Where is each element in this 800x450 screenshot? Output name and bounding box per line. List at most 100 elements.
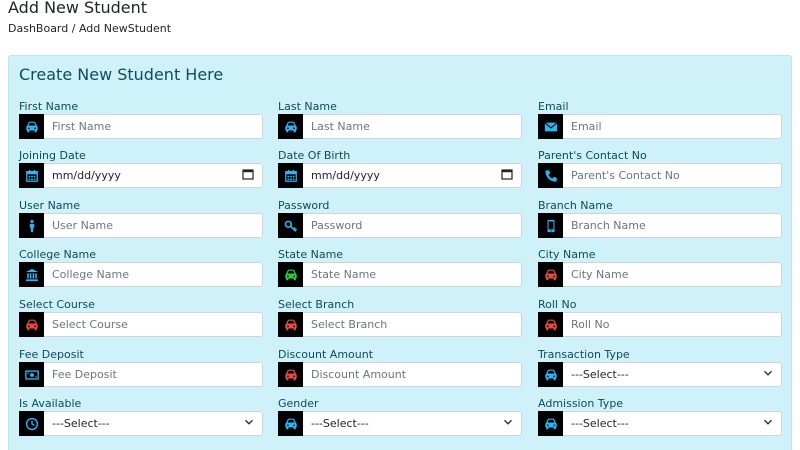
calendar-icon: [19, 163, 44, 188]
password-field: Password: [278, 199, 522, 238]
roll-no-input[interactable]: [571, 313, 773, 336]
select-course-input[interactable]: [52, 313, 254, 336]
college-name-input-group: [19, 262, 263, 287]
dob-input[interactable]: mm/dd/yyyy: [303, 163, 522, 188]
phone-icon: [538, 163, 563, 188]
car-icon: [278, 114, 303, 139]
chevron-down-icon: [763, 417, 773, 430]
dob-label: Date Of Birth: [278, 149, 351, 162]
roll-no-input-group: [538, 312, 782, 337]
is-available-label: Is Available: [19, 397, 82, 410]
password-label: Password: [278, 199, 330, 212]
dob-input-group: mm/dd/yyyy: [278, 163, 522, 188]
car-icon: [278, 362, 303, 387]
transaction-type-select[interactable]: ---Select---: [563, 362, 782, 387]
is-available-input-group: ---Select---: [19, 411, 263, 436]
admission-type-selected: ---Select---: [571, 417, 629, 430]
city-name-label: City Name: [538, 248, 596, 261]
state-name-input[interactable]: [311, 263, 513, 286]
college-name-field: College Name: [19, 248, 263, 287]
is-available-select[interactable]: ---Select---: [44, 411, 263, 436]
joining-date-value: mm/dd/yyyy: [52, 169, 121, 182]
breadcrumb[interactable]: DashBoard / Add NewStudent: [8, 22, 171, 35]
email-input[interactable]: [571, 115, 773, 138]
joining-date-field: Joining Date mm/dd/yyyy: [19, 149, 263, 188]
gender-field: Gender ---Select---: [278, 397, 522, 436]
dob-field: Date Of Birth mm/dd/yyyy: [278, 149, 522, 188]
transaction-type-input-group: ---Select---: [538, 362, 782, 387]
admission-type-field: Admission Type ---Select---: [538, 397, 782, 436]
page-title: Add New Student: [8, 0, 148, 17]
email-field: Email: [538, 100, 782, 139]
bank-icon: [19, 262, 44, 287]
transaction-type-selected: ---Select---: [571, 368, 629, 381]
dob-value: mm/dd/yyyy: [311, 169, 380, 182]
discount-amount-field: Discount Amount: [278, 348, 522, 387]
fee-deposit-field: Fee Deposit: [19, 348, 263, 387]
last-name-input-group: [278, 114, 522, 139]
user-name-input-group: [19, 213, 263, 238]
first-name-input[interactable]: [52, 115, 254, 138]
car-icon: [538, 312, 563, 337]
chevron-down-icon: [244, 417, 254, 430]
gender-input-group: ---Select---: [278, 411, 522, 436]
branch-name-input-group: [538, 213, 782, 238]
city-name-field: City Name: [538, 248, 782, 287]
user-name-input[interactable]: [52, 214, 254, 237]
transaction-type-label: Transaction Type: [538, 348, 630, 361]
calendar-picker-icon[interactable]: [242, 168, 254, 183]
form-title: Create New Student Here: [19, 65, 224, 84]
car-icon: [538, 362, 563, 387]
create-student-panel: Create New Student Here First Name Last …: [8, 55, 792, 450]
car-icon: [19, 114, 44, 139]
parent-contact-label: Parent's Contact No: [538, 149, 647, 162]
email-label: Email: [538, 100, 569, 113]
select-branch-input[interactable]: [311, 313, 513, 336]
state-name-label: State Name: [278, 248, 344, 261]
envelope-icon: [538, 114, 563, 139]
admission-type-select[interactable]: ---Select---: [563, 411, 782, 436]
clock-icon: [19, 411, 44, 436]
branch-name-input[interactable]: [571, 214, 773, 237]
select-branch-label: Select Branch: [278, 298, 355, 311]
calendar-picker-icon[interactable]: [501, 168, 513, 183]
select-course-label: Select Course: [19, 298, 95, 311]
fee-deposit-input[interactable]: [52, 363, 254, 386]
first-name-label: First Name: [19, 100, 79, 113]
select-branch-input-group: [278, 312, 522, 337]
admission-type-input-group: ---Select---: [538, 411, 782, 436]
chevron-down-icon: [763, 368, 773, 381]
last-name-input[interactable]: [311, 115, 513, 138]
first-name-input-group: [19, 114, 263, 139]
discount-amount-input[interactable]: [311, 363, 513, 386]
last-name-label: Last Name: [278, 100, 337, 113]
joining-date-input[interactable]: mm/dd/yyyy: [44, 163, 263, 188]
state-name-input-group: [278, 262, 522, 287]
calendar-icon: [278, 163, 303, 188]
branch-name-field: Branch Name: [538, 199, 782, 238]
mobile-icon: [538, 213, 563, 238]
joining-date-input-group: mm/dd/yyyy: [19, 163, 263, 188]
fee-deposit-input-group: [19, 362, 263, 387]
password-input-group: [278, 213, 522, 238]
parent-contact-field: Parent's Contact No: [538, 149, 782, 188]
password-input[interactable]: [311, 214, 513, 237]
city-name-input-group: [538, 262, 782, 287]
gender-select[interactable]: ---Select---: [303, 411, 522, 436]
college-name-input[interactable]: [52, 263, 254, 286]
last-name-field: Last Name: [278, 100, 522, 139]
money-icon: [19, 362, 44, 387]
city-name-input[interactable]: [571, 263, 773, 286]
select-course-input-group: [19, 312, 263, 337]
gender-selected: ---Select---: [311, 417, 369, 430]
key-icon: [278, 213, 303, 238]
parent-contact-input[interactable]: [571, 164, 773, 187]
user-name-field: User Name: [19, 199, 263, 238]
branch-name-label: Branch Name: [538, 199, 613, 212]
select-branch-field: Select Branch: [278, 298, 522, 337]
admission-type-label: Admission Type: [538, 397, 624, 410]
car-icon: [19, 312, 44, 337]
user-name-label: User Name: [19, 199, 81, 212]
first-name-field: First Name: [19, 100, 263, 139]
joining-date-label: Joining Date: [19, 149, 86, 162]
